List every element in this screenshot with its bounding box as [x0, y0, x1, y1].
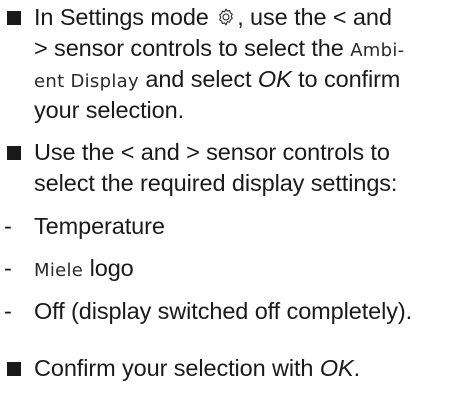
- step-text: Confirm your selection with OK.: [34, 353, 360, 384]
- option-off: - Off (display switched off completely).: [0, 296, 472, 327]
- step-line: select the required display settings:: [34, 170, 398, 196]
- display-text: Ambi-: [350, 40, 405, 61]
- step-line: Use the < and > sensor controls to: [34, 139, 390, 165]
- step-line: > sensor controls to select the Ambi-: [34, 35, 405, 61]
- instruction-list: In Settings mode , use the < and > senso…: [0, 0, 472, 396]
- display-text: ent Display: [34, 71, 139, 92]
- step-confirm-selection: Confirm your selection with OK.: [0, 353, 472, 384]
- step-line: ent Display and select OK to confirm: [34, 66, 401, 92]
- step-line: Confirm your selection with OK.: [34, 355, 361, 381]
- dash-marker: -: [4, 213, 12, 239]
- step-text: In Settings mode , use the < and > senso…: [34, 2, 404, 126]
- ok-key-label: OK: [319, 355, 354, 381]
- dash-marker: -: [4, 255, 12, 281]
- step-text: Use the < and > sensor controls to selec…: [34, 137, 397, 199]
- gear-icon: [219, 8, 233, 26]
- ok-key-label: OK: [257, 66, 292, 92]
- step-select-display-settings: Use the < and > sensor controls to selec…: [0, 137, 472, 199]
- option-text: Miele logo: [34, 255, 134, 281]
- option-text: Off (display switched off completely).: [34, 298, 413, 324]
- option-miele-logo: - Miele logo: [0, 253, 472, 284]
- step-line: In Settings mode , use the < and: [34, 4, 392, 30]
- step-line: your selection.: [34, 97, 185, 123]
- option-text: Temperature: [34, 213, 165, 239]
- step-select-ambient-display: In Settings mode , use the < and > senso…: [0, 2, 472, 126]
- bullet-square: [7, 11, 21, 25]
- option-temperature: - Temperature: [0, 211, 472, 242]
- display-text: Miele: [34, 260, 84, 281]
- dash-marker: -: [4, 298, 12, 324]
- bullet-square: [7, 362, 21, 376]
- bullet-square: [7, 146, 21, 160]
